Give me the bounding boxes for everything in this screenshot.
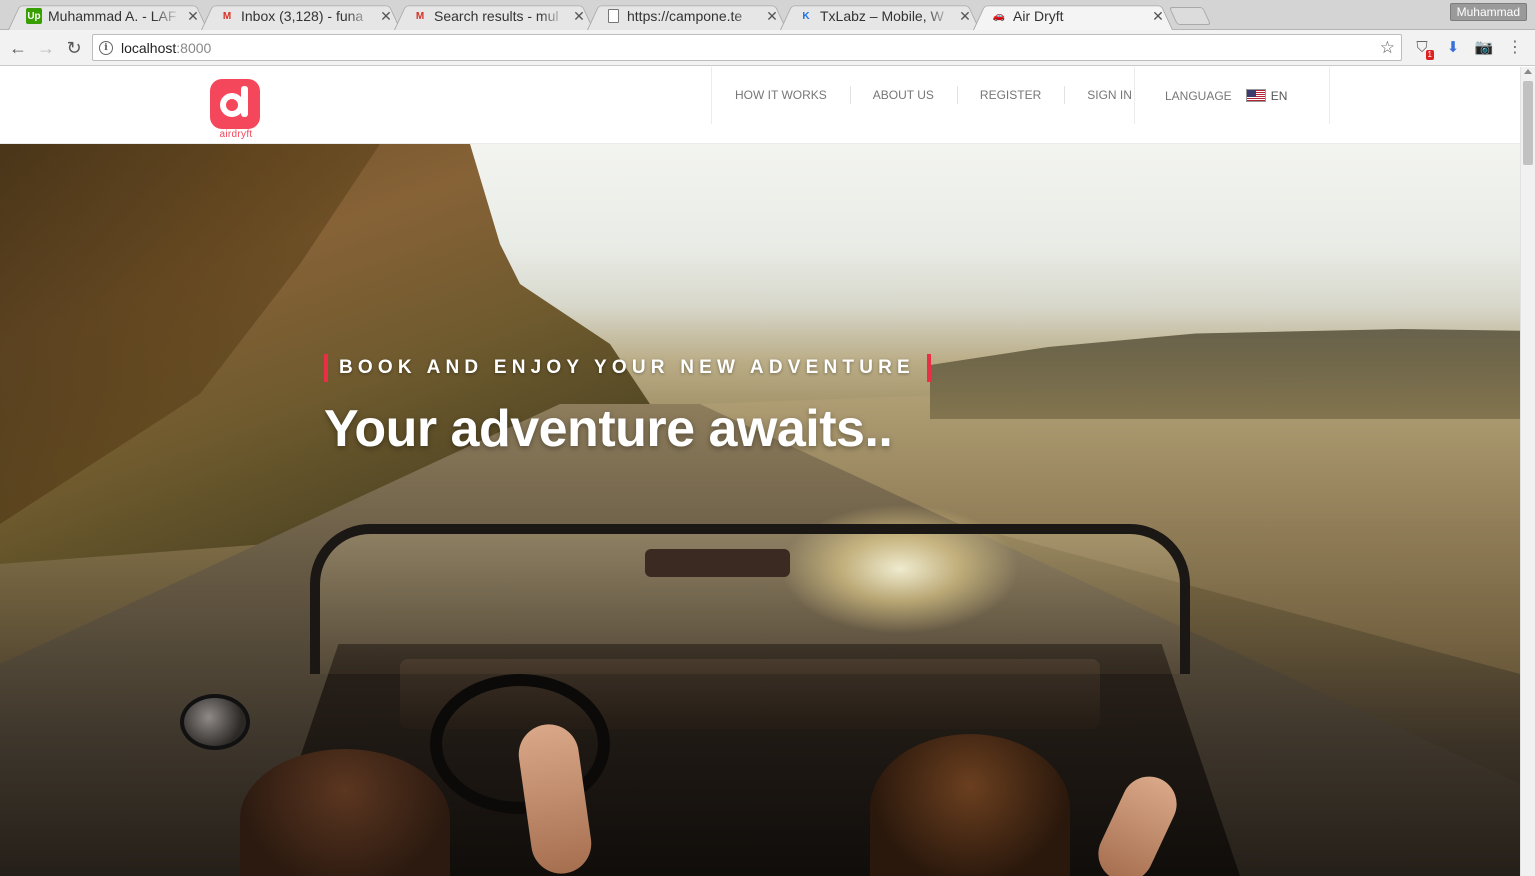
airdryft-logo[interactable]: airdryft: [210, 79, 262, 141]
page-scrollbar[interactable]: [1520, 67, 1535, 876]
document-icon: [605, 8, 621, 24]
address-url[interactable]: localhost:8000: [121, 40, 211, 56]
hero-eyebrow: BOOK AND ENJOY YOUR NEW ADVENTURE: [324, 354, 931, 382]
upwork-icon: Up: [26, 8, 42, 24]
logo-wordmark: airdryft: [219, 129, 253, 140]
accent-bar-right: [926, 354, 931, 382]
logo-mark-icon: [210, 79, 260, 129]
side-mirror: [180, 694, 250, 750]
reload-icon[interactable]: ↻: [62, 36, 86, 60]
language-label: LANGUAGE: [1165, 88, 1232, 103]
browser-tab[interactable]: K TxLabz – Mobile, W ✕: [780, 2, 980, 30]
language-code: EN: [1270, 88, 1288, 103]
camera-extension-icon[interactable]: 📷: [1474, 37, 1494, 57]
language-selector[interactable]: LANGUAGE EN: [1134, 67, 1330, 124]
close-tab-icon[interactable]: ✕: [1151, 8, 1165, 25]
bookmark-star-icon[interactable]: ☆: [1380, 38, 1395, 58]
close-tab-icon[interactable]: ✕: [572, 8, 586, 25]
forward-arrow-icon[interactable]: →: [34, 36, 58, 60]
tab-title: Search results - mul: [434, 8, 559, 24]
close-tab-icon[interactable]: ✕: [958, 8, 972, 25]
download-extension-icon[interactable]: ⬇: [1443, 37, 1463, 57]
gmail-icon: M: [222, 10, 232, 22]
site-info-icon[interactable]: i: [99, 40, 113, 55]
hero-text: BOOK AND ENJOY YOUR NEW ADVENTURE Your a…: [324, 354, 931, 459]
scroll-up-icon[interactable]: [1524, 69, 1532, 74]
browser-tab[interactable]: Up Muhammad A. - LAF ✕: [8, 2, 208, 30]
hero-headline: Your adventure awaits..: [324, 400, 893, 458]
browser-tab[interactable]: M Inbox (3,128) - funa ✕: [201, 2, 401, 30]
close-tab-icon[interactable]: ✕: [186, 8, 200, 25]
tab-title: Muhammad A. - LAF: [48, 8, 177, 24]
txlabz-icon: K: [802, 10, 810, 22]
shield-extension-icon[interactable]: ⛉ 1: [1412, 37, 1434, 60]
driver: [240, 749, 450, 876]
scrollbar-thumb[interactable]: [1523, 81, 1533, 165]
close-tab-icon[interactable]: ✕: [379, 8, 393, 25]
browser-tab-strip: Up Muhammad A. - LAF ✕ M Inbox (3,128) -…: [0, 0, 1535, 30]
us-flag-icon: [1245, 89, 1266, 102]
back-arrow-icon[interactable]: ←: [6, 36, 30, 60]
hero-banner: BOOK AND ENJOY YOUR NEW ADVENTURE Your a…: [0, 144, 1520, 876]
tab-title: https://campone.te: [627, 8, 743, 24]
browser-tab[interactable]: https://campone.te ✕: [587, 2, 787, 30]
nav-how-it-works[interactable]: HOW IT WORKS: [712, 67, 850, 124]
main-nav: HOW IT WORKS ABOUT US REGISTER SIGN IN: [711, 67, 1155, 124]
browser-tab[interactable]: M Search results - mul ✕: [394, 2, 594, 30]
car-icon: 🚗: [992, 10, 1006, 22]
tab-title: Inbox (3,128) - funa: [241, 8, 364, 24]
tab-title: Air Dryft: [1013, 8, 1064, 24]
hero-eyebrow-text: BOOK AND ENJOY YOUR NEW ADVENTURE: [339, 357, 915, 378]
web-page: airdryft HOW IT WORKS ABOUT US REGISTER …: [0, 67, 1520, 876]
browser-tab-active[interactable]: 🚗 Air Dryft ✕: [973, 2, 1173, 30]
hero-photo-convertible: [180, 524, 1360, 876]
close-tab-icon[interactable]: ✕: [765, 8, 779, 25]
new-tab-button[interactable]: [1168, 7, 1212, 25]
browser-toolbar: ← → ↻ i localhost:8000 ☆ ⛉ 1 ⬇ 📷 ⋮: [0, 30, 1535, 66]
address-bar[interactable]: i localhost:8000 ☆: [92, 34, 1402, 61]
nav-about-us[interactable]: ABOUT US: [849, 67, 957, 124]
site-header: airdryft HOW IT WORKS ABOUT US REGISTER …: [0, 67, 1520, 144]
extension-badge: 1: [1425, 50, 1434, 60]
hero-photo-mesa: [930, 329, 1520, 419]
gmail-icon: M: [415, 10, 425, 22]
tab-title: TxLabz – Mobile, W: [820, 8, 944, 24]
profile-button[interactable]: Muhammad: [1449, 3, 1527, 21]
passenger: [870, 734, 1070, 876]
nav-register[interactable]: REGISTER: [956, 67, 1064, 124]
menu-kebab-icon[interactable]: ⋮: [1507, 37, 1523, 57]
